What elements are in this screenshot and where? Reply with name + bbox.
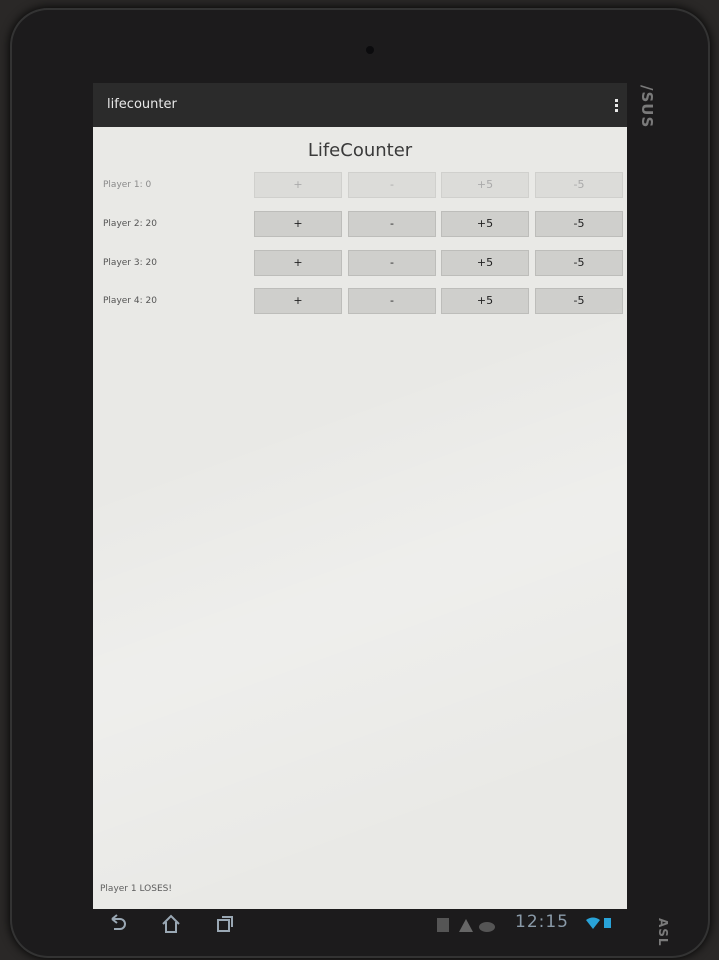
player-row-2: Player 2: 20 + - +5 -5	[93, 211, 627, 238]
overflow-menu-icon[interactable]	[613, 99, 619, 113]
player-row-3: Player 3: 20 + - +5 -5	[93, 250, 627, 277]
player-4-minus-button[interactable]: -	[348, 288, 436, 314]
brand-logo-bottom: ASL	[656, 918, 670, 947]
player-4-label: Player 4: 20	[103, 296, 157, 306]
player-3-minus-button[interactable]: -	[348, 250, 436, 276]
battery-icon	[604, 918, 611, 928]
back-icon[interactable]	[108, 914, 128, 934]
player-4-minus5-button[interactable]: -5	[535, 288, 623, 314]
player-3-label: Player 3: 20	[103, 258, 157, 268]
action-bar: lifecounter	[93, 83, 627, 127]
app-title: lifecounter	[107, 97, 177, 112]
page-title: LifeCounter	[307, 140, 413, 161]
player-3-minus5-button[interactable]: -5	[535, 250, 623, 276]
player-row-4: Player 4: 20 + - +5 -5	[93, 288, 627, 315]
screen-glare	[93, 83, 627, 909]
recent-apps-icon[interactable]	[215, 914, 235, 934]
clock: 12:15	[515, 912, 569, 932]
player-1-label: Player 1: 0	[103, 180, 152, 190]
home-icon[interactable]	[161, 914, 181, 934]
player-2-plus5-button[interactable]: +5	[441, 211, 529, 237]
brand-logo: /SUS	[638, 85, 656, 129]
player-2-label: Player 2: 20	[103, 219, 157, 229]
player-1-minus5-button[interactable]: -5	[535, 172, 623, 198]
player-4-plus-button[interactable]: +	[254, 288, 342, 314]
player-3-plus-button[interactable]: +	[254, 250, 342, 276]
wifi-icon	[586, 917, 600, 929]
app-screen: lifecounter LifeCounter Player 1: 0 + - …	[93, 83, 627, 909]
player-1-minus-button[interactable]: -	[348, 172, 436, 198]
player-1-plus5-button[interactable]: +5	[441, 172, 529, 198]
player-row-1: Player 1: 0 + - +5 -5	[93, 172, 627, 199]
camera-icon	[366, 46, 374, 54]
player-2-minus-button[interactable]: -	[348, 211, 436, 237]
player-2-minus5-button[interactable]: -5	[535, 211, 623, 237]
player-4-plus5-button[interactable]: +5	[441, 288, 529, 314]
player-2-plus-button[interactable]: +	[254, 211, 342, 237]
system-nav-bar: 12:15	[93, 908, 627, 942]
player-3-plus5-button[interactable]: +5	[441, 250, 529, 276]
notification-icons	[437, 918, 495, 932]
game-status-text: Player 1 LOSES!	[100, 884, 172, 894]
player-1-plus-button[interactable]: +	[254, 172, 342, 198]
